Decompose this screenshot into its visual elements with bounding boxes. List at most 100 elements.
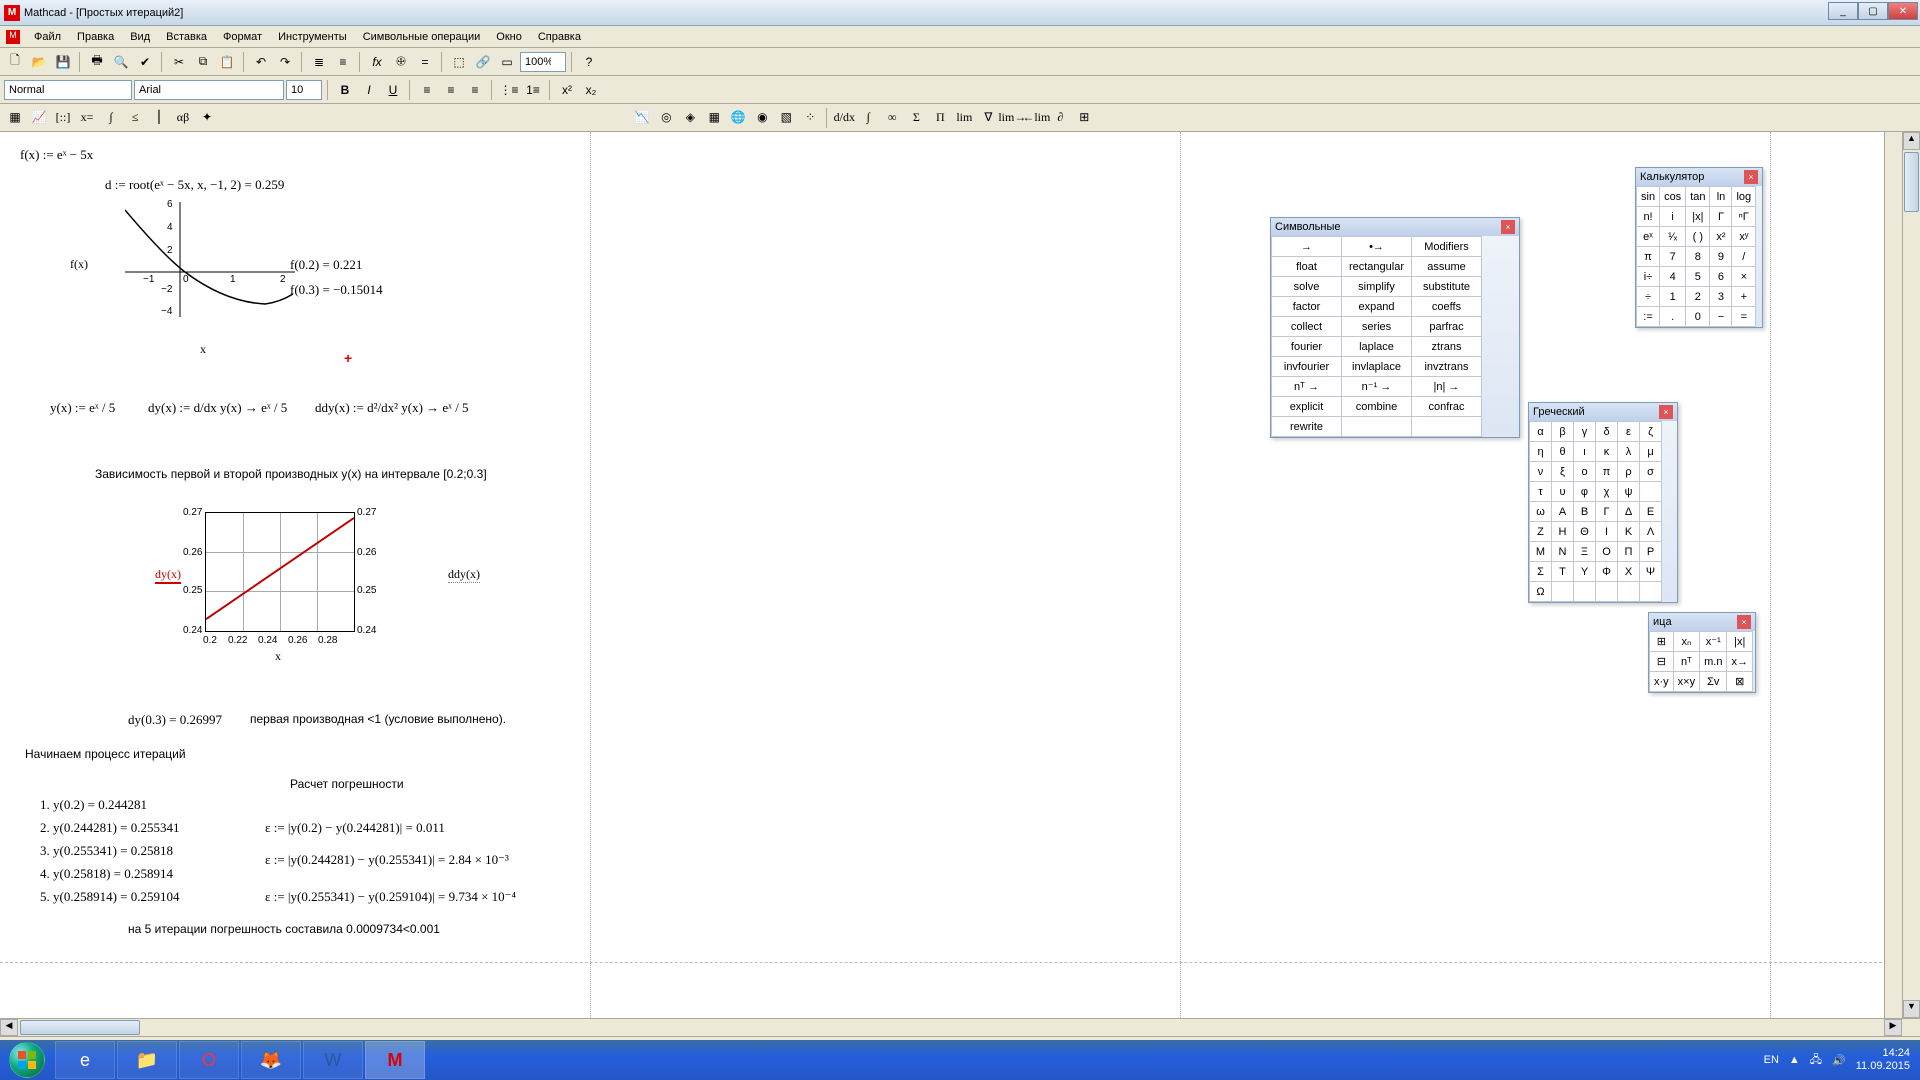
contour-icon[interactable]: ◉ [751,107,773,129]
eq-dy03[interactable]: dy(0.3) = 0.26997 [128,712,222,728]
calculator-palette[interactable]: Калькулятор× sincostanlnlogn!i|x|ΓⁿΓeˣ¹⁄… [1635,167,1763,328]
palette-button[interactable]: E [1640,502,1662,522]
scroll-thumb-v[interactable] [1904,152,1919,212]
palette-button[interactable]: Y [1574,562,1596,582]
eq-f02[interactable]: f(0.2) = 0.221 [290,257,362,273]
palette-button[interactable]: Φ [1596,562,1618,582]
iter-start[interactable]: Начинаем процесс итераций [25,747,186,761]
palette-button[interactable]: K [1618,522,1640,542]
cut-icon[interactable]: ✂ [168,51,190,73]
palette-button[interactable]: O [1596,542,1618,562]
palette-button[interactable]: Γ [1710,207,1732,227]
palette-button[interactable]: ( ) [1686,227,1710,247]
palette-button[interactable] [1640,482,1662,502]
palette-button[interactable]: H [1552,522,1574,542]
palette-button[interactable]: explicit [1272,397,1342,417]
palette-button[interactable]: σ [1640,462,1662,482]
palette-button[interactable]: γ [1574,422,1596,442]
graph-palette-icon[interactable]: 📈 [28,107,50,129]
palette-button[interactable]: ε [1618,422,1640,442]
palette-button[interactable]: M [1530,542,1552,562]
palette-button[interactable]: solve [1272,277,1342,297]
palette-button[interactable]: assume [1412,257,1482,277]
palette-button[interactable]: n! [1637,207,1660,227]
palette-button[interactable] [1618,582,1640,602]
palette-button[interactable]: Σ [1530,562,1552,582]
palette-button[interactable]: Ψ [1640,562,1662,582]
align-right-icon[interactable]: ≡ [464,79,486,101]
palette-button[interactable]: sin [1637,187,1660,207]
close-button[interactable]: ✕ [1888,2,1918,20]
err-2[interactable]: ε := |y(0.244281) − y(0.255341)| = 2.84 … [265,852,509,868]
palette-button[interactable]: simplify [1342,277,1412,297]
palette-button[interactable]: 0 [1686,307,1710,327]
tray-volume-icon[interactable]: 🔊 [1832,1054,1846,1067]
tray-network-icon[interactable]: 🖧 [1810,1051,1822,1070]
palette-button[interactable]: ο [1574,462,1596,482]
save-icon[interactable]: 💾 [52,51,74,73]
palette-button[interactable]: collect [1272,317,1342,337]
bullets-icon[interactable]: ⋮≡ [498,79,520,101]
menu-help[interactable]: Справка [530,29,589,45]
close-icon[interactable]: × [1659,405,1673,419]
undo-icon[interactable]: ↶ [250,51,272,73]
horizontal-scrollbar[interactable]: ◀ ▶ [0,1018,1920,1036]
eq-root[interactable]: d := root(eˣ − 5x, x, −1, 2) = 0.259 [105,177,284,193]
palette-button[interactable]: rewrite [1272,417,1342,437]
greek-palette-icon[interactable]: αβ [172,107,194,129]
integral-icon[interactable]: ∫ [857,107,879,129]
calc-ops-icon[interactable]: ∫ [100,107,122,129]
scroll-up-icon[interactable]: ▲ [1903,132,1920,150]
align-icon[interactable]: ≣ [308,51,330,73]
tray-clock[interactable]: 14:24 11.09.2015 [1856,1047,1910,1073]
chart-polar-icon[interactable]: ◎ [655,107,677,129]
palette-button[interactable]: 3 [1710,287,1732,307]
palette-button[interactable]: ¹⁄ₓ [1660,227,1686,247]
eval-palette-icon[interactable]: x= [76,107,98,129]
plot-dy[interactable]: dy(x) ddy(x) 0.27 0.26 0.25 0.24 0.27 [155,507,435,667]
superscript-icon[interactable]: x² [556,79,578,101]
calc-icon[interactable]: = [414,51,436,73]
palette-button[interactable]: Modifiers [1412,237,1482,257]
palette-button[interactable]: invztrans [1412,357,1482,377]
palette-button[interactable]: ω [1530,502,1552,522]
chart2d-icon[interactable]: 📉 [631,107,653,129]
palette-button[interactable]: ρ [1618,462,1640,482]
palette-button[interactable]: − [1710,307,1732,327]
scroll-thumb-h[interactable] [20,1020,140,1035]
subscript-icon[interactable]: x₂ [580,79,602,101]
palette-button[interactable]: X [1618,562,1640,582]
palette-button[interactable]: Λ [1640,522,1662,542]
palette-button[interactable]: nᵀ → [1272,377,1342,397]
palette-button[interactable]: 4 [1660,267,1686,287]
palette-button[interactable]: Ω [1530,582,1552,602]
eq-yx[interactable]: y(x) := eˣ / 5 [50,400,115,416]
palette-button[interactable]: Δ [1618,502,1640,522]
deriv-cond[interactable]: первая производная <1 (условие выполнено… [250,712,506,726]
palette-button[interactable]: laplace [1342,337,1412,357]
eq-dyx[interactable]: dy(x) := d/dx y(x) → eˣ / 5 [148,400,287,416]
taskbar-opera[interactable]: O [179,1041,239,1079]
matrix-palette-icon[interactable]: [::] [52,107,74,129]
palette-button[interactable]: substitute [1412,277,1482,297]
palette-button[interactable]: P [1640,542,1662,562]
copy-icon[interactable]: ⧉ [192,51,214,73]
taskbar-mathcad[interactable]: M [365,1041,425,1079]
palette-button[interactable]: Σv [1700,672,1727,692]
palette-button[interactable]: B [1574,502,1596,522]
limright-icon[interactable]: lim→ [1001,107,1023,129]
palette-button[interactable]: 5 [1686,267,1710,287]
palette-button[interactable]: π [1637,247,1660,267]
close-icon[interactable]: × [1737,615,1751,629]
taskbar-explorer[interactable]: 📁 [117,1041,177,1079]
taskbar-ie[interactable]: e [55,1041,115,1079]
taskbar-word[interactable]: W [303,1041,363,1079]
palette-button[interactable]: ÷ [1637,287,1660,307]
summary[interactable]: на 5 итерации погрешность составила 0.00… [128,922,440,936]
palette-button[interactable]: ξ [1552,462,1574,482]
print-preview-icon[interactable]: 🔍 [110,51,132,73]
palette-button[interactable]: 2 [1686,287,1710,307]
palette-button[interactable]: χ [1596,482,1618,502]
align-center-icon[interactable]: ≡ [440,79,462,101]
numbering-icon[interactable]: 1≡ [522,79,544,101]
